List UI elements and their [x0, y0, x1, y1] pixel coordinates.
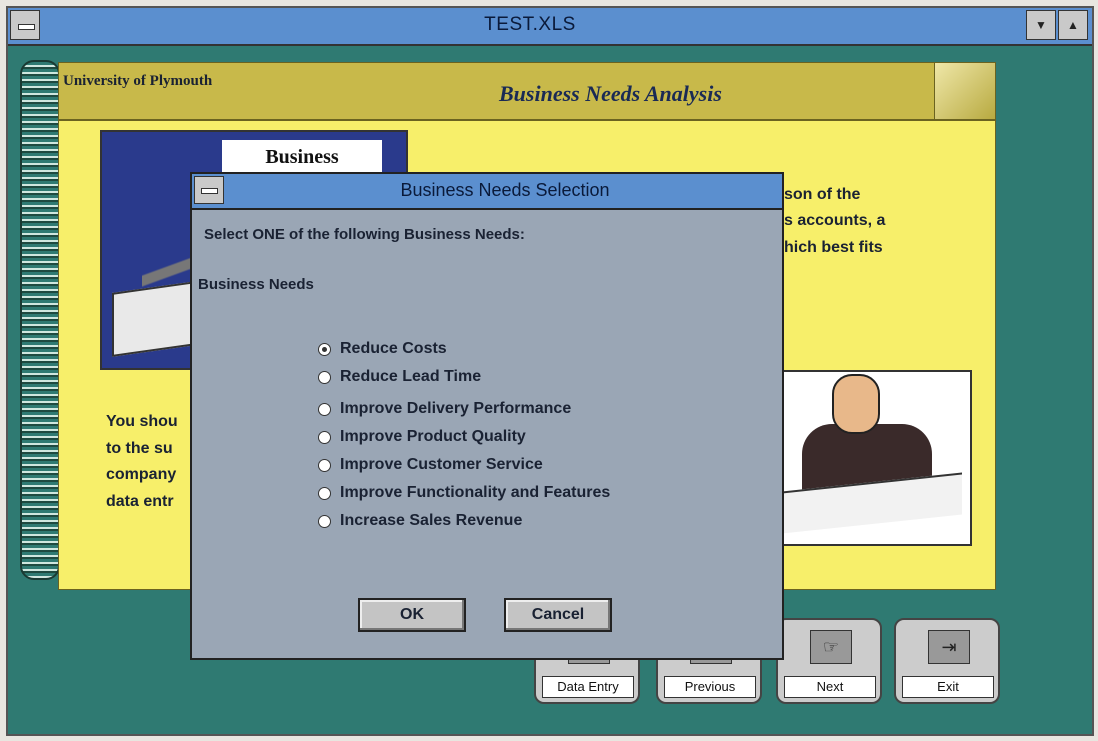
system-menu-button[interactable] — [10, 10, 40, 40]
next-button[interactable]: ☞ Next — [776, 618, 882, 704]
group-label: Business Needs — [198, 276, 314, 293]
man-head — [832, 374, 880, 434]
page-heading: Business Needs Analysis — [499, 81, 722, 106]
institution-label: University of Plymouth — [63, 73, 213, 89]
box-icon — [112, 281, 196, 357]
body-text-fragment: s accounts, a — [784, 212, 886, 229]
radio-icon — [318, 459, 331, 472]
dialog-prompt: Select ONE of the following Business Nee… — [204, 226, 525, 243]
radio-increase-sales-revenue[interactable]: Increase Sales Revenue — [316, 508, 610, 536]
businessman-picture — [780, 370, 972, 546]
minimize-button[interactable]: ▼ — [1026, 10, 1056, 40]
page-curl — [934, 63, 995, 119]
body-text-fragment: son of the — [784, 186, 861, 203]
radio-improve-functionality[interactable]: Improve Functionality and Features — [316, 480, 610, 508]
radio-icon — [318, 371, 331, 384]
window-titlebar[interactable]: TEST.XLS ▼ ▲ — [8, 8, 1092, 46]
body-text-fragment: You shou — [106, 413, 178, 430]
notebook-banner: University of Plymouth Business Needs An… — [58, 62, 996, 120]
radio-label: Improve Delivery Performance — [340, 400, 572, 417]
next-label: Next — [784, 676, 876, 698]
notebook-spiral — [20, 60, 60, 580]
picture-caption: Business — [222, 140, 382, 174]
radio-label: Improve Product Quality — [340, 428, 526, 445]
body-text-fragment: hich best fits — [784, 239, 883, 256]
radio-improve-delivery-performance[interactable]: Improve Delivery Performance — [316, 396, 610, 424]
business-needs-radio-group: Reduce Costs Reduce Lead Time Improve De… — [316, 336, 610, 536]
radio-reduce-costs[interactable]: Reduce Costs — [316, 336, 610, 364]
business-needs-dialog: Business Needs Selection Select ONE of t… — [190, 172, 784, 660]
dialog-titlebar[interactable]: Business Needs Selection — [192, 174, 782, 210]
dialog-title: Business Needs Selection — [400, 180, 610, 200]
radio-icon — [318, 487, 331, 500]
maximize-button[interactable]: ▲ — [1058, 10, 1088, 40]
radio-label: Increase Sales Revenue — [340, 512, 523, 529]
data-entry-label: Data Entry — [542, 676, 634, 698]
radio-selected-icon — [318, 343, 331, 356]
body-text-fragment: data entr — [106, 493, 174, 510]
body-text-fragment: company — [106, 466, 177, 483]
exit-label: Exit — [902, 676, 994, 698]
cancel-button[interactable]: Cancel — [504, 598, 612, 632]
dialog-system-menu-button[interactable] — [194, 176, 224, 204]
pointing-hand-icon: ☞ — [810, 630, 852, 664]
radio-reduce-lead-time[interactable]: Reduce Lead Time — [316, 364, 610, 392]
radio-icon — [318, 403, 331, 416]
exit-button[interactable]: ⇥ Exit — [894, 618, 1000, 704]
radio-label: Improve Functionality and Features — [340, 484, 611, 501]
exit-door-icon: ⇥ — [928, 630, 970, 664]
ok-button[interactable]: OK — [358, 598, 466, 632]
radio-label: Reduce Costs — [340, 340, 447, 357]
radio-label: Improve Customer Service — [340, 456, 543, 473]
radio-improve-product-quality[interactable]: Improve Product Quality — [316, 424, 610, 452]
radio-label: Reduce Lead Time — [340, 368, 482, 385]
radio-improve-customer-service[interactable]: Improve Customer Service — [316, 452, 610, 480]
radio-icon — [318, 431, 331, 444]
radio-icon — [318, 515, 331, 528]
body-text-fragment: to the su — [106, 440, 173, 457]
previous-label: Previous — [664, 676, 756, 698]
window-title: TEST.XLS — [484, 14, 576, 35]
